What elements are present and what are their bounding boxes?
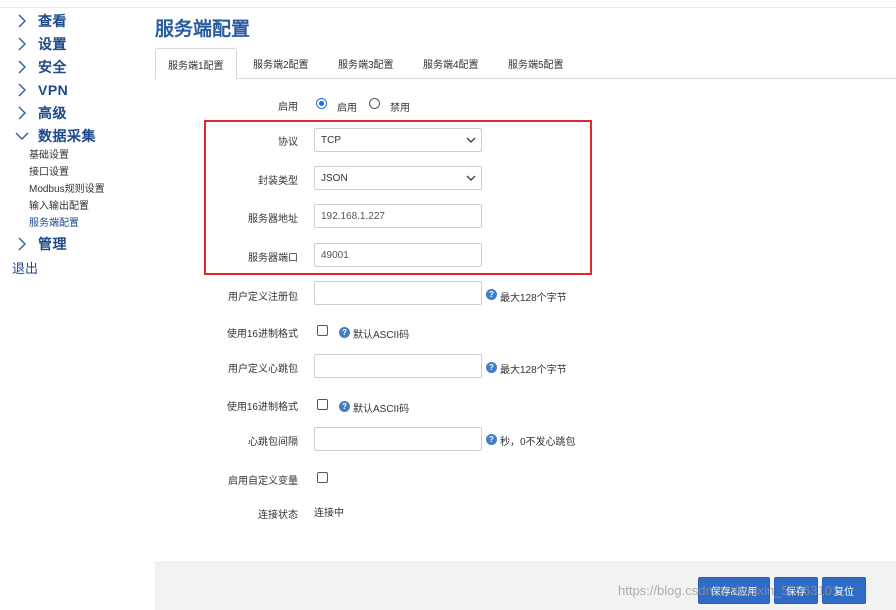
register-packet-input[interactable]: [314, 281, 482, 305]
chevron-right-icon: [14, 13, 30, 29]
hex-format-2-help: 默认ASCII码: [353, 404, 410, 415]
tab-server-5[interactable]: 服务端5配置: [496, 48, 576, 79]
register-packet-help: 最大128个字节: [500, 293, 567, 304]
sidebar-item-label: 管理: [38, 236, 67, 252]
encapsulation-label: 封装类型: [258, 176, 298, 187]
watermark: https://blog.csdn.net/weixin_50563101: [618, 583, 840, 598]
sidebar-item-label: 设置: [38, 36, 67, 52]
encapsulation-value: JSON: [321, 172, 348, 184]
sidebar-subitem-server-config[interactable]: 服务端配置: [29, 217, 79, 231]
sidebar-item-label: 安全: [38, 59, 67, 75]
register-packet-label: 用户定义注册包: [228, 292, 298, 303]
server-port-label: 服务器端口: [248, 253, 298, 264]
tab-server-1[interactable]: 服务端1配置: [155, 48, 237, 80]
custom-vars-label: 启用自定义变量: [228, 476, 298, 487]
chevron-right-icon: [14, 59, 30, 75]
heartbeat-interval-label: 心跳包间隔: [248, 437, 298, 448]
chevron-right-icon: [14, 82, 30, 98]
logout-link[interactable]: 退出: [12, 258, 38, 277]
sidebar-item-settings[interactable]: 设置: [14, 34, 67, 54]
tab-server-2[interactable]: 服务端2配置: [241, 48, 321, 79]
chevron-right-icon: [14, 36, 30, 52]
enable-on-label: 启用: [337, 103, 357, 114]
sidebar-item-label: 高级: [38, 105, 67, 121]
help-icon: ?: [486, 434, 497, 445]
tab-server-3[interactable]: 服务端3配置: [326, 48, 406, 79]
connection-status-label: 连接状态: [258, 510, 298, 521]
hex-format-2-label: 使用16进制格式: [226, 402, 298, 413]
custom-vars-checkbox[interactable]: [317, 472, 328, 483]
encapsulation-select[interactable]: JSON: [314, 166, 482, 190]
sidebar-item-management[interactable]: 管理: [14, 234, 67, 254]
page-title: 服务端配置: [155, 19, 251, 40]
sidebar-item-security[interactable]: 安全: [14, 57, 67, 77]
sidebar: 查看 设置 安全 VPN 高级 数据采集 基础设置 接口设置 Modbus规则设…: [0, 8, 145, 610]
enable-on-radio[interactable]: [316, 98, 327, 109]
heartbeat-interval-help: 秒，0不发心跳包: [500, 437, 576, 448]
sidebar-item-view[interactable]: 查看: [14, 11, 67, 31]
sidebar-subitem-basic-settings[interactable]: 基础设置: [29, 149, 69, 163]
help-icon: ?: [486, 289, 497, 300]
hex-format-1-checkbox[interactable]: [317, 325, 328, 336]
heartbeat-packet-help: 最大128个字节: [500, 365, 567, 376]
help-icon: ?: [339, 327, 350, 338]
protocol-select[interactable]: TCP: [314, 128, 482, 152]
enable-off-radio[interactable]: [369, 98, 380, 109]
sidebar-item-label: 查看: [38, 13, 67, 29]
chevron-right-icon: [14, 236, 30, 252]
server-address-label: 服务器地址: [248, 214, 298, 225]
sidebar-subitem-interface-settings[interactable]: 接口设置: [29, 166, 69, 180]
hex-format-1-label: 使用16进制格式: [226, 329, 298, 340]
sidebar-subitem-io-config[interactable]: 输入输出配置: [29, 200, 89, 214]
top-border: [0, 0, 896, 8]
sidebar-item-label: 数据采集: [38, 128, 96, 144]
sidebar-item-label: VPN: [38, 82, 69, 98]
tab-bar: 服务端1配置 服务端2配置 服务端3配置 服务端4配置 服务端5配置: [155, 48, 896, 80]
hex-format-1-help: 默认ASCII码: [353, 330, 410, 341]
heartbeat-packet-label: 用户定义心跳包: [228, 364, 298, 375]
protocol-label: 协议: [278, 137, 298, 148]
tab-server-4[interactable]: 服务端4配置: [411, 48, 491, 79]
sidebar-item-data-collection[interactable]: 数据采集: [14, 126, 96, 146]
enable-off-label: 禁用: [390, 103, 410, 114]
help-icon: ?: [339, 401, 350, 412]
hex-format-2-checkbox[interactable]: [317, 399, 328, 410]
sidebar-item-vpn[interactable]: VPN: [14, 80, 68, 100]
help-icon: ?: [486, 362, 497, 373]
protocol-value: TCP: [321, 134, 341, 146]
server-address-input[interactable]: 192.168.1.227: [314, 204, 482, 228]
server-port-input[interactable]: 49001: [314, 243, 482, 267]
sidebar-item-advanced[interactable]: 高级: [14, 103, 67, 123]
chevron-down-icon: [465, 134, 477, 146]
chevron-down-icon: [465, 172, 477, 184]
chevron-down-icon: [14, 128, 30, 144]
enable-label: 启用: [278, 102, 298, 113]
chevron-right-icon: [14, 105, 30, 121]
connection-status-value: 连接中: [314, 508, 344, 519]
sidebar-subitem-modbus-rules[interactable]: Modbus规则设置: [29, 183, 105, 197]
heartbeat-interval-input[interactable]: [314, 427, 482, 451]
heartbeat-packet-input[interactable]: [314, 354, 482, 378]
